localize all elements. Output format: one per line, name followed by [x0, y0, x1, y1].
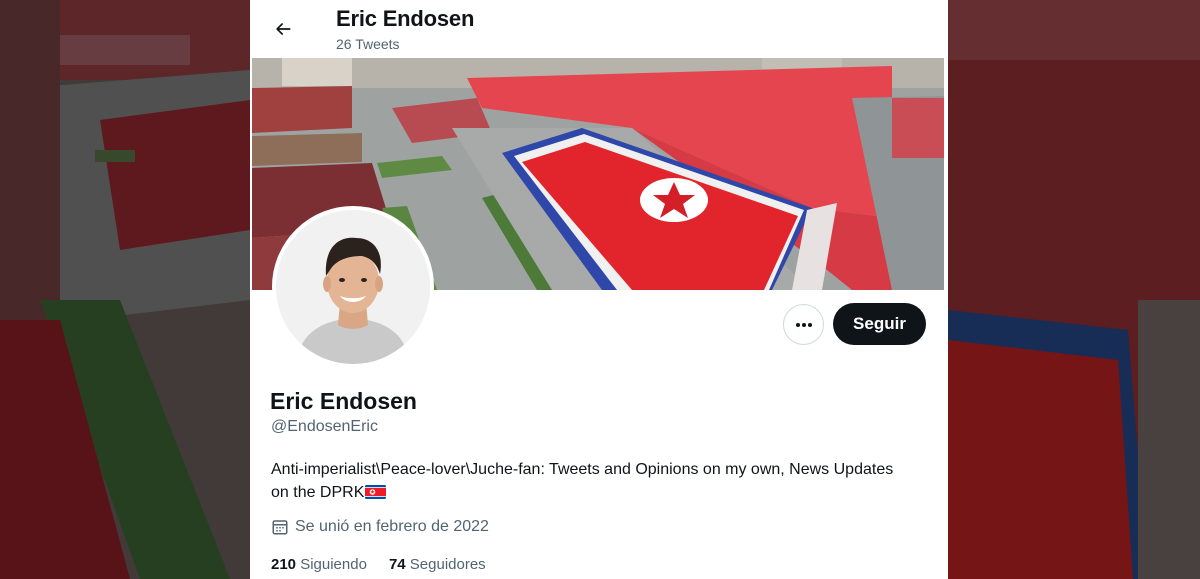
background-photo-right	[948, 0, 1200, 579]
background-photo-left	[0, 0, 250, 579]
calendar-icon	[272, 520, 288, 535]
back-button[interactable]	[266, 12, 300, 46]
profile-avatar[interactable]	[272, 206, 434, 368]
tweet-count: 26 Tweets	[336, 36, 400, 52]
join-date-text: Se unió en febrero de 2022	[295, 518, 489, 535]
followers-link[interactable]: 74 Seguidores	[389, 556, 486, 573]
north-korea-flag-emoji	[365, 483, 387, 506]
follow-stats: 210 Siguiendo 74 Seguidores	[271, 556, 486, 573]
followers-label: Seguidores	[409, 556, 486, 573]
arrow-left-icon	[276, 23, 291, 35]
more-horizontal-icon	[795, 322, 812, 327]
following-link[interactable]: 210 Siguiendo	[271, 556, 367, 573]
following-count: 210	[271, 556, 297, 573]
followers-count: 74	[388, 556, 406, 573]
join-date: Se unió en febrero de 2022	[271, 518, 489, 536]
more-options-button[interactable]	[783, 304, 824, 345]
profile-bio: Anti-imperialist\Peace-lover\Juche-fan: …	[271, 458, 911, 506]
profile-card: Eric Endosen 26 Tweets Seguir Eric Endos…	[250, 0, 948, 579]
profile-header-bar: Eric Endosen 26 Tweets	[250, 0, 948, 58]
follow-button[interactable]: Seguir	[833, 303, 926, 345]
bio-text: Anti-imperialist\Peace-lover\Juche-fan: …	[271, 461, 894, 501]
display-name: Eric Endosen	[270, 388, 417, 414]
user-handle: @EndosenEric	[271, 418, 378, 435]
header-title: Eric Endosen	[336, 6, 475, 31]
following-label: Siguiendo	[300, 556, 367, 573]
